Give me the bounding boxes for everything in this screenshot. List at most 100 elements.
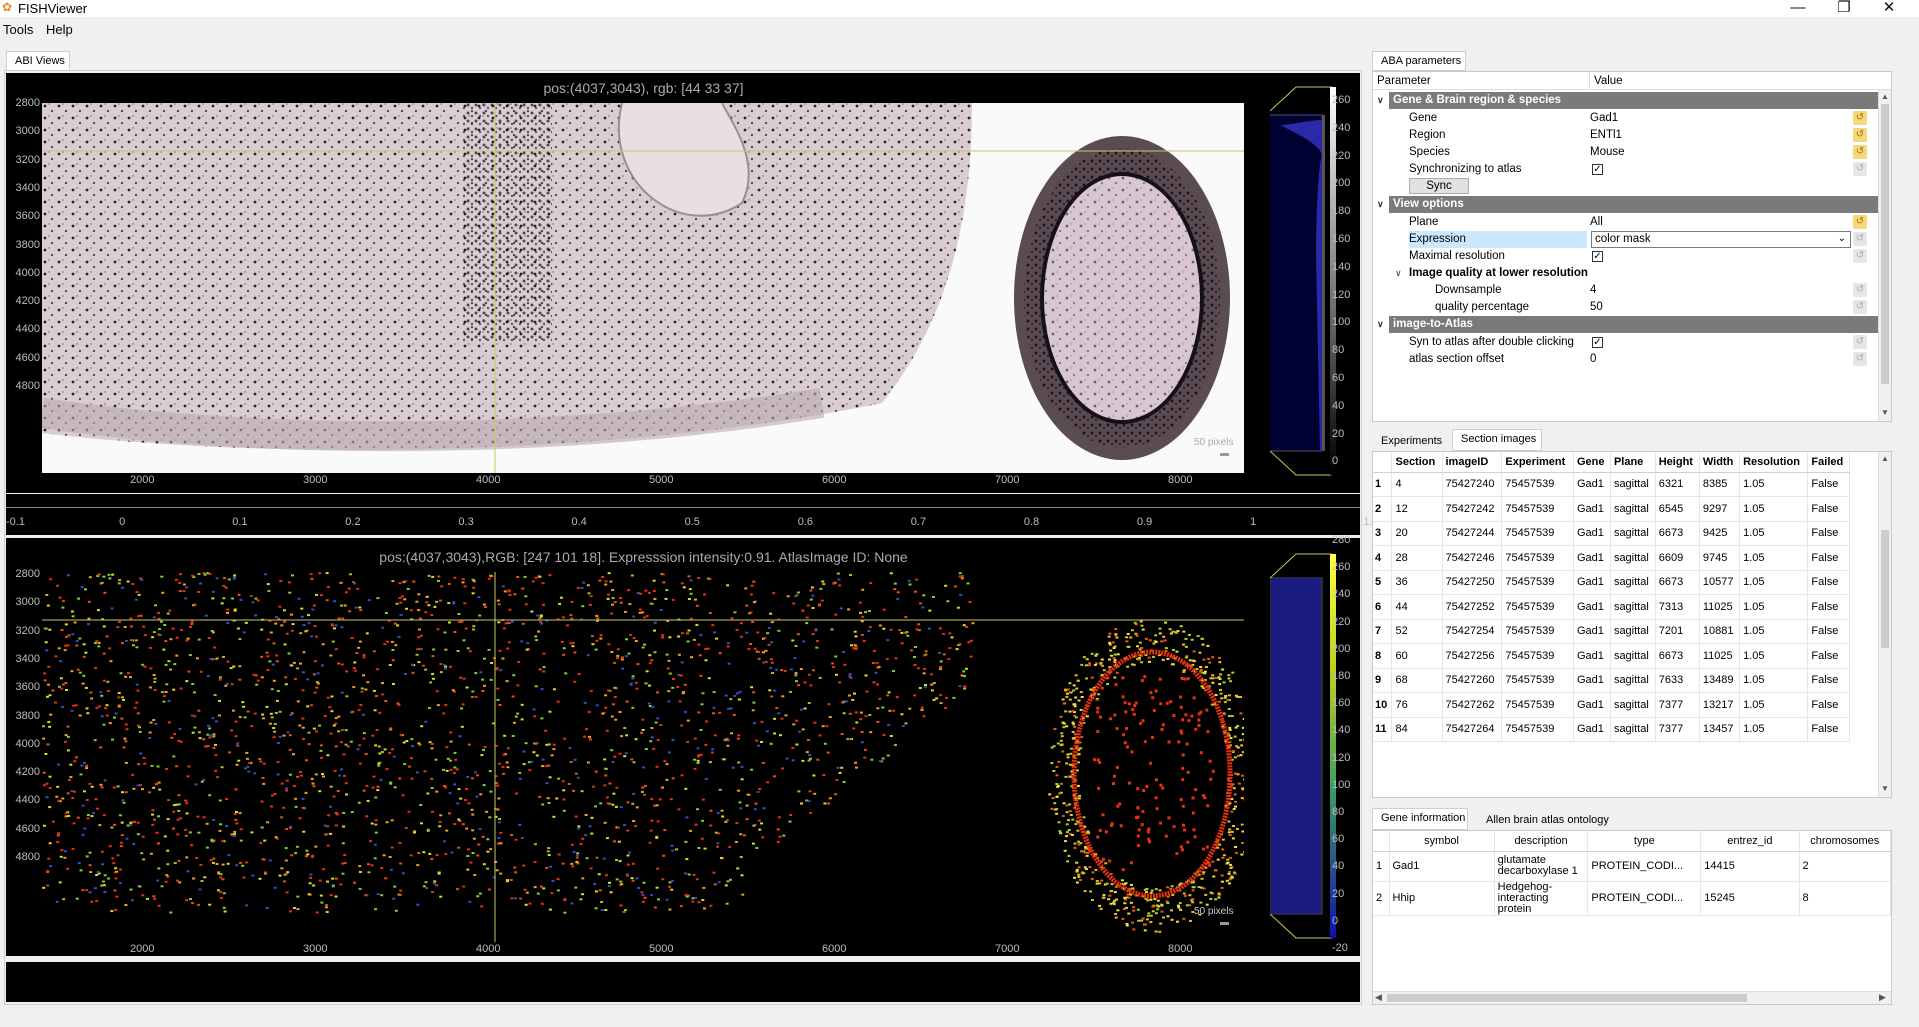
table-cell[interactable]: 10 [1373,692,1393,718]
table-cell[interactable]: 14415 [1700,851,1800,882]
table-cell[interactable]: Hhip [1389,881,1495,916]
table-cell[interactable]: 15245 [1700,881,1800,916]
table-cell[interactable]: False [1807,594,1850,620]
param-value[interactable]: 4 [1590,284,1596,296]
table-cell[interactable]: sagittal [1610,619,1656,644]
reset-default-icon[interactable]: ↺ [1853,335,1867,349]
table-cell[interactable]: 6 [1373,594,1393,620]
table-row[interactable]: 5 36 75427250 75457539 Gad1 sagittal 6673 10577… [1373,570,1850,595]
table-cell[interactable]: sagittal [1610,496,1656,522]
table-cell[interactable]: 4 [1373,545,1393,571]
checkbox[interactable]: ✓ [1592,251,1603,262]
table-cell[interactable]: 75427244 [1442,521,1503,546]
reset-default-icon[interactable]: ↺ [1853,215,1867,229]
table-cell[interactable]: sagittal [1610,717,1656,742]
gene-hscrollbar[interactable]: ◀ ▶ [1373,991,1891,1004]
table-cell[interactable]: 75427254 [1442,619,1503,644]
table-cell[interactable]: 13217 [1699,692,1741,718]
table-cell[interactable]: 1.05 [1739,545,1809,571]
table-cell[interactable]: 75457539 [1501,545,1574,571]
table-cell[interactable]: 2 [1373,881,1390,916]
table-cell[interactable]: sagittal [1610,472,1656,497]
scroll-up-icon[interactable]: ▲ [1879,92,1891,101]
table-row[interactable]: 9 68 75427260 75457539 Gad1 sagittal 7633 13489… [1373,668,1850,693]
gene-information-table[interactable]: symbol description type entrez_id chromosome… [1372,830,1892,1005]
table-cell[interactable]: 75457539 [1501,594,1574,620]
table-cell[interactable]: Gad1 [1573,717,1611,742]
param-value[interactable]: 50 [1590,301,1603,313]
table-cell[interactable]: 1.05 [1739,619,1809,644]
table-cell[interactable]: 75427242 [1442,496,1503,522]
reset-default-icon[interactable]: ↺ [1853,283,1867,297]
scroll-down-icon[interactable]: ▼ [1879,784,1891,793]
param-plane[interactable]: Plane All ↺ [1373,214,1879,231]
table-cell[interactable]: False [1807,619,1850,644]
table-cell[interactable]: Gad1 [1389,851,1495,882]
reset-default-icon[interactable]: ↺ [1853,249,1867,263]
table-cell[interactable]: 6673 [1655,570,1700,595]
table-cell[interactable]: 8 [1373,643,1393,669]
table-cell[interactable]: Gad1 [1573,472,1611,497]
param-value[interactable]: 0 [1590,353,1596,365]
collapse-arrow-icon[interactable]: ∨ [1395,268,1402,279]
collapse-arrow-icon[interactable]: ∨ [1377,319,1384,330]
table-cell[interactable]: 6673 [1655,521,1700,546]
table-row[interactable]: 10 76 75427262 75457539 Gad1 sagittal 7377 1321… [1373,692,1850,718]
table-cell[interactable]: 1.05 [1739,594,1809,620]
param-scrollbar[interactable]: ▲ ▼ [1878,90,1891,421]
table-cell[interactable]: 68 [1391,668,1443,693]
table-cell[interactable]: False [1807,472,1850,497]
table-cell[interactable]: sagittal [1610,594,1656,620]
minimize-button[interactable]: — [1775,0,1821,17]
restore-button[interactable]: ❐ [1821,0,1867,17]
table-cell[interactable]: Gad1 [1573,594,1611,620]
table-cell[interactable]: Gad1 [1573,521,1611,546]
table-cell[interactable]: 1.05 [1739,668,1809,693]
table-cell[interactable]: Gad1 [1573,545,1611,571]
table-cell[interactable]: 60 [1391,643,1443,669]
reset-default-icon[interactable]: ↺ [1853,145,1867,159]
table-cell[interactable]: 75427256 [1442,643,1503,669]
param-atlas-section-offset[interactable]: atlas section offset 0 ↺ [1373,351,1879,368]
table-cell[interactable]: 1 [1373,851,1390,882]
table-cell[interactable]: 75457539 [1501,570,1574,595]
table-cell[interactable]: 12 [1391,496,1443,522]
table-cell[interactable]: False [1807,545,1850,571]
table-cell[interactable]: 8 [1799,881,1891,916]
table-row[interactable]: 8 60 75427256 75457539 Gad1 sagittal 6673 11025… [1373,643,1850,669]
param-group[interactable]: ∨ View options [1377,196,1879,213]
table-cell[interactable]: 8385 [1699,472,1741,497]
table-cell[interactable]: 6321 [1655,472,1700,497]
table-cell[interactable]: 75427260 [1442,668,1503,693]
table-cell[interactable]: 20 [1391,521,1443,546]
param-syn-to-atlas-after-double-clicking[interactable]: Syn to atlas after double clicking ✓ ↺ [1373,334,1879,351]
table-cell[interactable]: 75457539 [1501,717,1574,742]
table-cell[interactable]: 1 [1373,472,1393,497]
reset-default-icon[interactable]: ↺ [1853,162,1867,176]
table-cell[interactable]: sagittal [1610,570,1656,595]
menu-tools[interactable]: Tools [3,22,33,37]
sync-row[interactable]: Sync [1373,178,1879,195]
table-cell[interactable]: sagittal [1610,545,1656,571]
top-ish-image[interactable]: 50 pixels [42,103,1244,473]
param-subgroup[interactable]: ∨ Image quality at lower resolution [1373,265,1879,282]
scroll-up-icon[interactable]: ▲ [1879,454,1891,463]
param-maximal-resolution[interactable]: Maximal resolution ✓ ↺ [1373,248,1879,265]
table-cell[interactable]: Gad1 [1573,570,1611,595]
table-cell[interactable]: 10881 [1699,619,1741,644]
table-cell[interactable]: 75457539 [1501,521,1574,546]
sync-button[interactable]: Sync [1409,178,1469,194]
table-cell[interactable]: 7 [1373,619,1393,644]
table-cell[interactable]: 9745 [1699,545,1741,571]
table-cell[interactable]: False [1807,521,1850,546]
param-synchronizing-to-atlas[interactable]: Synchronizing to atlas ✓ ↺ [1373,161,1879,178]
table-cell[interactable]: False [1807,668,1850,693]
table-cell[interactable]: 52 [1391,619,1443,644]
table-cell[interactable]: 75427252 [1442,594,1503,620]
table-cell[interactable]: 75457539 [1501,643,1574,669]
table-row[interactable]: 3 20 75427244 75457539 Gad1 sagittal 6673 9425 1… [1373,521,1850,546]
bottom-slider-strip[interactable] [6,962,1360,1002]
table-row[interactable]: 2 12 75427242 75457539 Gad1 sagittal 6545 9297 1… [1373,496,1850,522]
table-cell[interactable]: 1.05 [1739,570,1809,595]
gene-hscroll-thumb[interactable] [1387,994,1747,1002]
